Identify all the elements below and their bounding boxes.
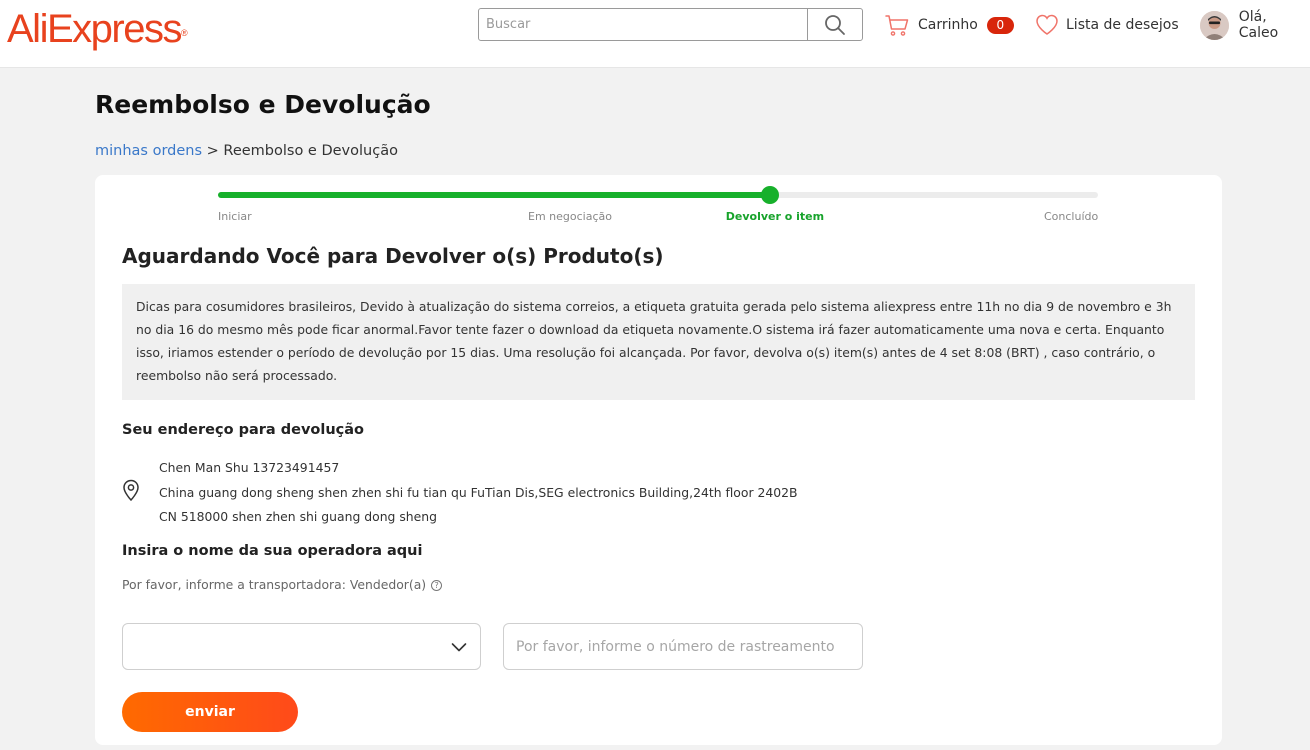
breadcrumb-separator: >	[206, 143, 219, 159]
top-header: AliExpress® Carrinho 0 Lista de desejos	[0, 0, 1310, 68]
progress-current-dot	[760, 186, 779, 204]
step-negotiation: Em negociação	[528, 210, 612, 223]
avatar-image	[1200, 10, 1229, 40]
user-greeting: Olá, Caleo	[1238, 9, 1279, 41]
progress-fill	[218, 192, 770, 198]
cart-label: Carrinho	[918, 17, 978, 33]
carrier-select[interactable]	[122, 623, 481, 670]
wishlist-link[interactable]: Lista de desejos	[1035, 12, 1179, 38]
cart-count-badge: 0	[986, 16, 1014, 34]
step-completed: Concluído	[1044, 210, 1099, 223]
submit-button[interactable]: enviar	[122, 692, 298, 732]
logo-text: AliExpress	[7, 7, 182, 51]
logo-trademark: ®	[180, 28, 188, 38]
aliexpress-logo[interactable]: AliExpress®	[7, 7, 188, 51]
refund-card: Iniciar Em negociação Devolver o item Co…	[95, 175, 1222, 745]
page-title: Reembolso e Devolução	[95, 90, 431, 119]
search-icon	[825, 14, 845, 35]
carrier-note-text: Por favor, informe a transportadora: Ven…	[122, 577, 427, 592]
wishlist-label: Lista de desejos	[1066, 17, 1179, 33]
location-pin-icon	[123, 479, 139, 501]
carrier-title: Insira o nome da sua operadora aqui	[122, 543, 423, 559]
search-bar	[478, 8, 863, 41]
progress-steps: Iniciar Em negociação Devolver o item Co…	[218, 175, 1098, 235]
breadcrumb: minhas ordens > Reembolso e Devolução	[95, 141, 398, 161]
address-line-name: Chen Man Shu 13723491457	[159, 460, 340, 475]
help-icon[interactable]: ?	[431, 579, 443, 591]
step-start: Iniciar	[218, 210, 252, 223]
search-button[interactable]	[807, 9, 862, 40]
return-address: Chen Man Shu 13723491457 China guang don…	[159, 456, 798, 530]
address-line-city: CN 518000 shen zhen shi guang dong sheng	[159, 509, 438, 524]
tracking-number-input[interactable]	[503, 623, 863, 670]
breadcrumb-link-my-orders[interactable]: minhas ordens	[95, 143, 202, 159]
search-input[interactable]	[479, 9, 807, 40]
user-menu[interactable]: Olá, Caleo	[1200, 9, 1310, 41]
cart-link[interactable]: Carrinho 0	[885, 12, 1014, 38]
breadcrumb-current: Reembolso e Devolução	[223, 143, 398, 159]
chevron-down-icon	[451, 643, 467, 652]
carrier-note: Por favor, informe a transportadora: Ven…	[122, 576, 443, 594]
cart-icon	[885, 15, 909, 36]
status-heading: Aguardando Você para Devolver o(s) Produ…	[122, 244, 664, 268]
heart-icon	[1036, 14, 1058, 35]
step-return-item: Devolver o item	[725, 210, 825, 223]
progress-track	[218, 186, 1098, 204]
address-line-street: China guang dong sheng shen zhen shi fu …	[159, 484, 798, 500]
return-address-title: Seu endereço para devolução	[122, 422, 365, 438]
notice-box: Dicas para cosumidores brasileiros, Devi…	[122, 284, 1195, 400]
avatar	[1200, 10, 1229, 40]
